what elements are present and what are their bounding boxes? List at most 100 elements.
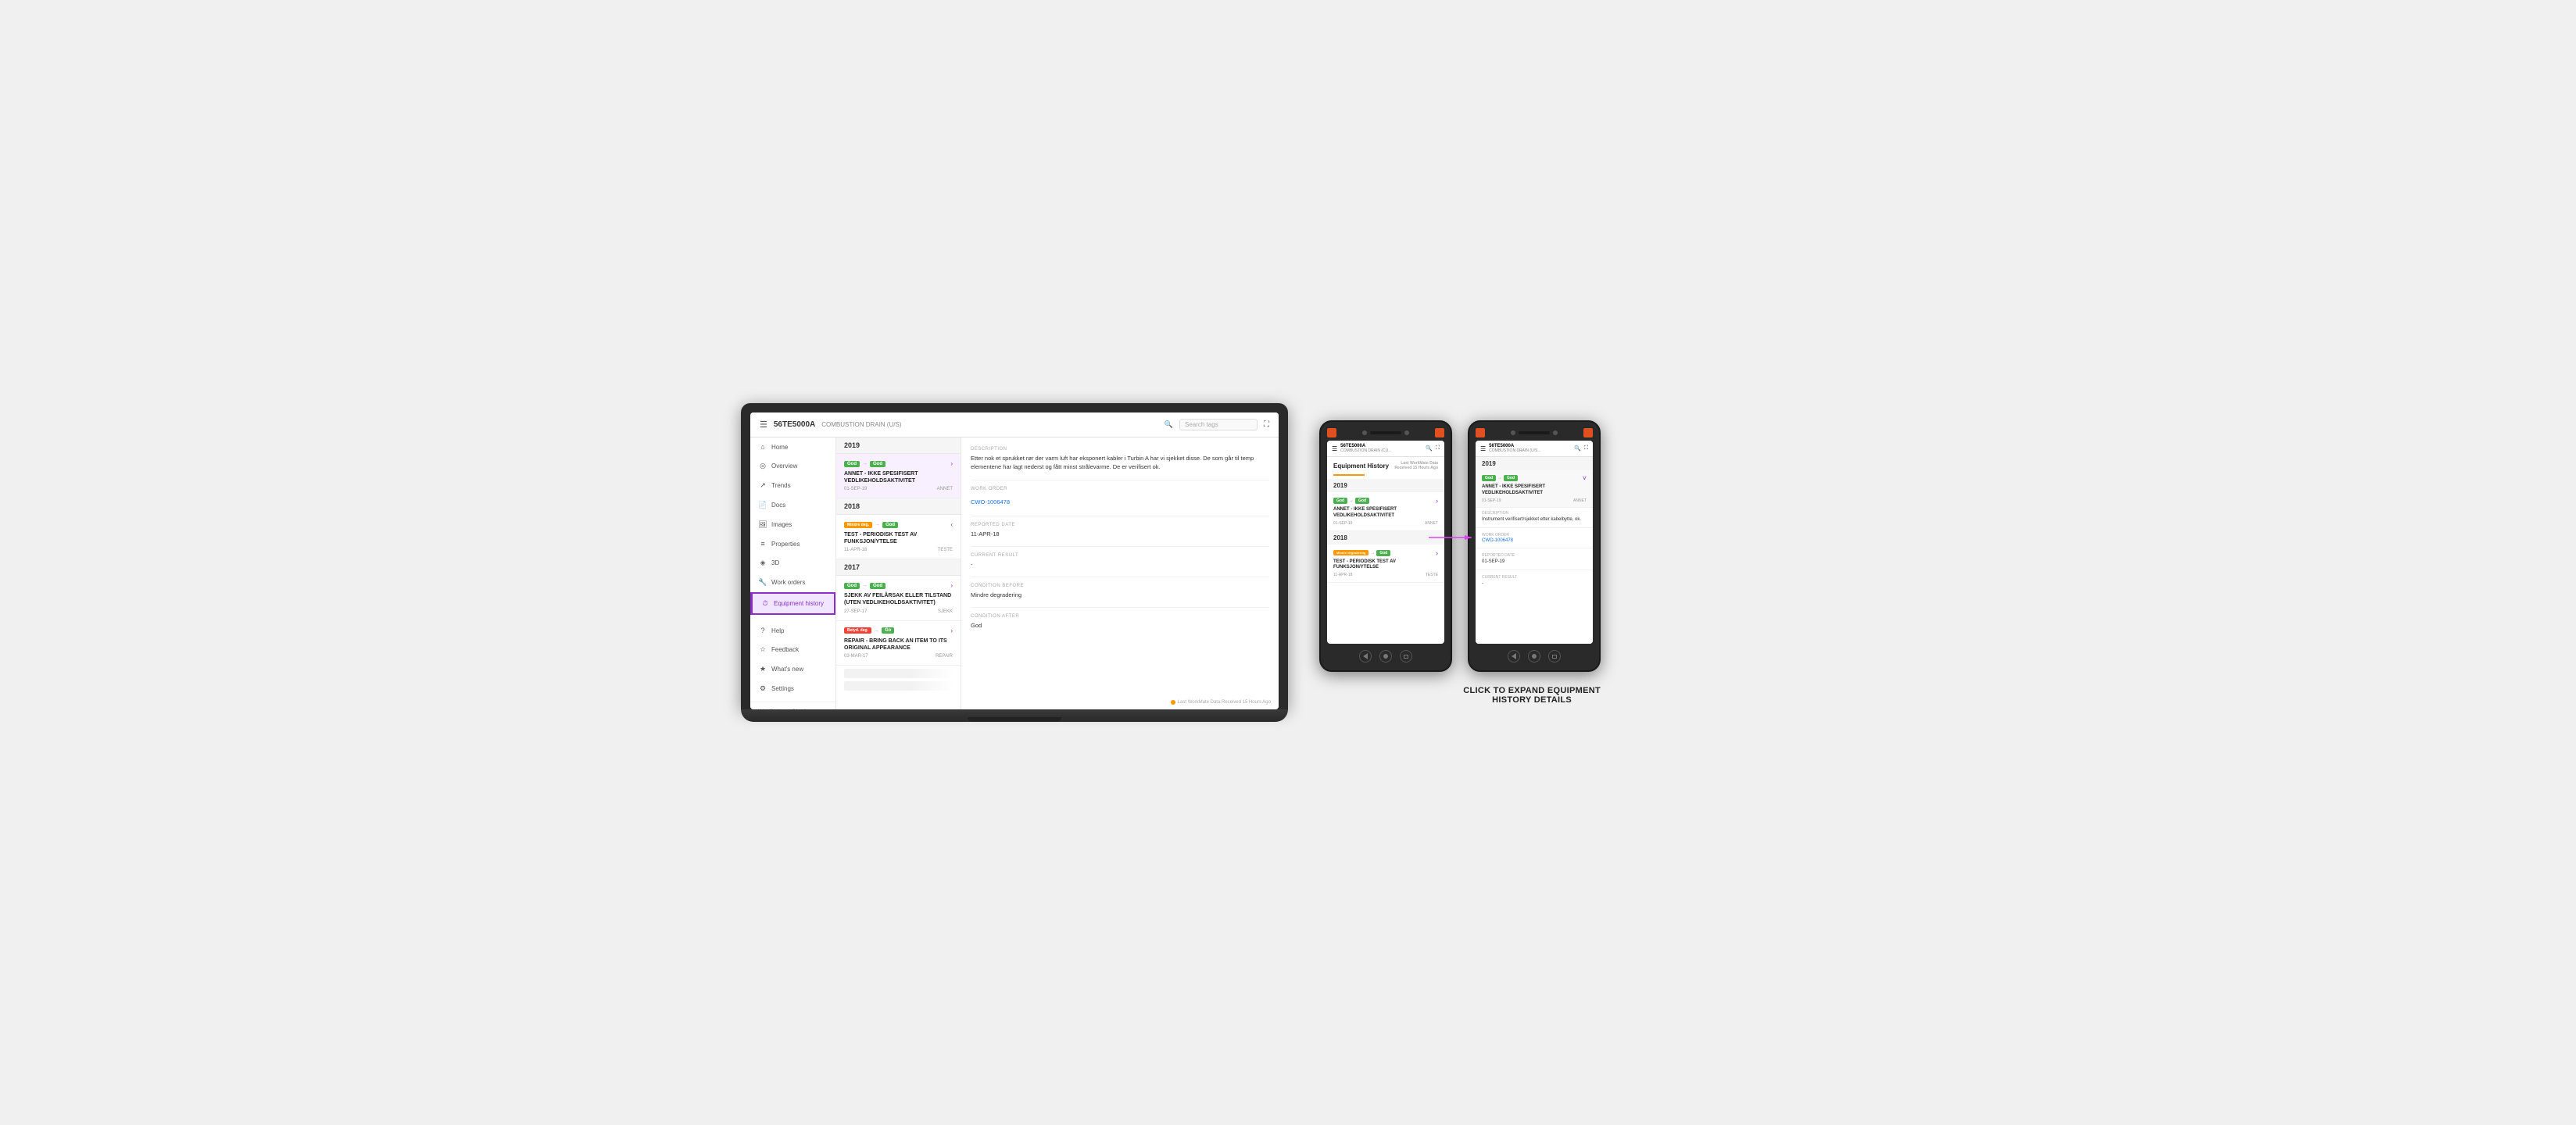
sidebar-item-3d[interactable]: ◈ 3D: [750, 553, 835, 573]
sidebar-item-docs[interactable]: 📄 Docs: [750, 495, 835, 515]
entry-meta-4: 03-MAR-17 REPAIR: [844, 654, 953, 659]
search-placeholder: Search tags: [1185, 421, 1218, 428]
mobile-status-line2: Received 15 Hours Ago: [1394, 466, 1438, 470]
whatsnew-icon: ★: [758, 665, 767, 673]
cta-line1: CLICK TO EXPAND EQUIPMENT: [1463, 686, 1601, 695]
workorders-icon: 🔧: [758, 578, 767, 587]
mobile-badges-right: God → God ˅: [1482, 474, 1587, 482]
mobile-search-left: 🔍: [1426, 445, 1433, 452]
device-btn-home-right[interactable]: [1528, 650, 1540, 662]
pink-arrow-svg: [1429, 530, 1476, 545]
detail-divider-5: [971, 607, 1269, 608]
sidebar-item-trends[interactable]: ↗ Trends: [750, 476, 835, 495]
sidebar-label-equipment-history: Equipment history: [774, 600, 824, 607]
mobile-entry-title-right: ANNET - IKKE SPESIFISERT VEDLIKEHOLDSAKT…: [1482, 484, 1587, 497]
sidebar-item-help[interactable]: ? Help: [750, 621, 835, 640]
year-header-2019: 2019: [836, 438, 961, 454]
mobile-header-right: ☰ 56TE5000A COMBUSTION DRAIN (U/S... 🔍 ⛶: [1476, 441, 1593, 457]
history-entry-1[interactable]: God → God › ANNET - IKKE SPESIFISERT VED…: [836, 454, 961, 498]
mobile-badge-to-2-left: God: [1376, 550, 1390, 556]
mobile-section-title-left: Equipment History Last WorkMate Data Rec…: [1327, 457, 1444, 474]
device-bottom-right: [1476, 648, 1593, 664]
detail-workorder-link[interactable]: CWO-1006478: [971, 498, 1010, 505]
mobile-entry-right[interactable]: God → God ˅ ANNET - IKKE SPESIFISERT VED…: [1476, 470, 1593, 508]
badge-to-2: God: [882, 522, 898, 528]
sidebar-item-feedback[interactable]: ☆ Feedback: [750, 640, 835, 659]
device-btn-square-left[interactable]: [1400, 650, 1412, 662]
history-entry-4[interactable]: Betyd. deg. → Go › REPAIR - BRING BACK A…: [836, 621, 961, 666]
history-entry-3[interactable]: God → God › SJEKK AV FEILÅRSAK ELLER TIL…: [836, 576, 961, 620]
blurred-row-2: [844, 681, 953, 691]
sidebar-item-images[interactable]: 🖼 Images: [750, 515, 835, 534]
sidebar-item-overview[interactable]: ◎ Overview: [750, 456, 835, 476]
detail-panel: DESCRIPTION Etter nok et sprukket rør de…: [961, 438, 1279, 709]
year-header-2017: 2017: [836, 559, 961, 576]
mobile-sub-right: COMBUSTION DRAIN (U/S...: [1489, 448, 1571, 453]
entry-date-2: 11-APR-18: [844, 548, 867, 552]
app-subtitle: COMBUSTION DRAIN (U/S): [821, 421, 901, 428]
search-box[interactable]: Search tags: [1179, 419, 1258, 430]
laptop-wrapper: ☰ 56TE5000A COMBUSTION DRAIN (U/S) 🔍 Sea…: [741, 403, 1288, 722]
mobile-sub-left: COMBUSTION DRAIN (CU...: [1340, 448, 1422, 453]
mobile-badges-2-left: Mindre degradering → God ›: [1333, 549, 1438, 557]
device-btn-home-left[interactable]: [1379, 650, 1392, 662]
sidebar-item-properties[interactable]: ≡ Properties: [750, 534, 835, 553]
mobile-entry-2-left[interactable]: Mindre degradering → God › TEST - PERIOD…: [1327, 545, 1444, 584]
device-btn-back-left[interactable]: [1359, 650, 1372, 662]
app-title: 56TE5000A: [774, 420, 815, 429]
arrow-1: →: [862, 461, 868, 466]
mobile-eh-label-left: Equipment History: [1333, 462, 1389, 470]
condition-badges-2: Mindre deg. → God ‹: [844, 521, 953, 528]
properties-icon: ≡: [758, 540, 767, 548]
laptop: ☰ 56TE5000A COMBUSTION DRAIN (U/S) 🔍 Sea…: [741, 403, 1288, 722]
sidebar-item-workorders[interactable]: 🔧 Work orders: [750, 573, 835, 592]
mobile-status-left: Last WorkMate Data Received 15 Hours Ago: [1394, 461, 1438, 470]
detail-reported-label: REPORTED DATE: [971, 523, 1269, 527]
mobile-chevron-2-left: ›: [1436, 549, 1438, 557]
mobile-detail-right: DESCRIPTION Instrument verifisert/sjekke…: [1476, 508, 1593, 644]
mobile-device-right: ☰ 56TE5000A COMBUSTION DRAIN (U/S... 🔍 ⛶…: [1468, 420, 1601, 672]
entry-performer-4: REPAIR: [936, 654, 953, 659]
mobile-section: ☰ 56TE5000A COMBUSTION DRAIN (CU... 🔍 ⛶ …: [1319, 420, 1601, 705]
pink-arrow-wrapper: [1429, 530, 1476, 549]
badge-from-2: Mindre deg.: [844, 522, 872, 528]
detail-description-text: Etter nok et sprukket rør der varm luft …: [971, 454, 1269, 472]
history-entry-2[interactable]: Mindre deg. → God ‹ TEST - PERIODISK TES…: [836, 515, 961, 559]
sidebar-item-equipment-history[interactable]: ⏱ Equipment history: [750, 592, 835, 615]
fullscreen-icon[interactable]: ⛶: [1264, 420, 1269, 429]
workmate-footer: Last WorkMate Data Received 15 Hours Ago: [1171, 700, 1271, 705]
mobile-rep-date: 01-SEP-19: [1476, 559, 1593, 568]
mobile-badge-from-1-left: God: [1333, 498, 1347, 504]
sidebar-label-overview: Overview: [771, 462, 797, 470]
equipment-history-icon: ⏱: [760, 599, 770, 608]
detail-condition-before-label: CONDITION BEFORE: [971, 584, 1269, 588]
device-frame-right: ☰ 56TE5000A COMBUSTION DRAIN (U/S... 🔍 ⛶…: [1468, 420, 1601, 672]
sidebar-item-whatsnew[interactable]: ★ What's new: [750, 659, 835, 679]
detail-description-label: DESCRIPTION: [971, 447, 1269, 452]
left-corner-accent-left: [1327, 428, 1336, 438]
condition-badges-4: Betyd. deg. → Go ›: [844, 627, 953, 634]
feedback-icon: ☆: [758, 645, 767, 654]
device-btn-square-right[interactable]: [1548, 650, 1561, 662]
badge-to-1: God: [870, 461, 886, 467]
detail-reported-section: REPORTED DATE 11-APR-18: [971, 523, 1269, 538]
sidebar-item-settings[interactable]: ⚙ Settings: [750, 679, 835, 698]
overview-icon: ◎: [758, 462, 767, 470]
help-icon: ?: [758, 627, 767, 634]
device-btn-back-right[interactable]: [1508, 650, 1520, 662]
condition-badges-3: God → God ›: [844, 582, 953, 589]
mobile-entry-meta-1-left: 01-SEP-19 ANNET: [1333, 521, 1438, 526]
hamburger-icon[interactable]: ☰: [760, 420, 767, 430]
mobile-wo-link[interactable]: CWO-1006478: [1476, 538, 1593, 546]
sidebar-item-home[interactable]: ⌂ Home: [750, 438, 835, 456]
mobile-badge-to-1-left: God: [1355, 498, 1369, 504]
chevron-right-4: ›: [950, 627, 953, 634]
badge-to-3: God: [870, 583, 886, 589]
mobile-entry-meta-right: 01-SEP-19 ANNET: [1482, 498, 1587, 503]
mobile-device-left: ☰ 56TE5000A COMBUSTION DRAIN (CU... 🔍 ⛶ …: [1319, 420, 1452, 672]
condition-badges-1: God → God ›: [844, 460, 953, 467]
detail-current-result-label: CURRENT RESULT: [971, 553, 1269, 558]
square-btn-right: [1552, 655, 1557, 659]
click-label: CLICK TO EXPAND EQUIPMENT HISTORY DETAIL…: [1463, 686, 1601, 705]
mobile-entry-1-left[interactable]: God → God › ANNET - IKKE SPESIFISERT VED…: [1327, 492, 1444, 531]
